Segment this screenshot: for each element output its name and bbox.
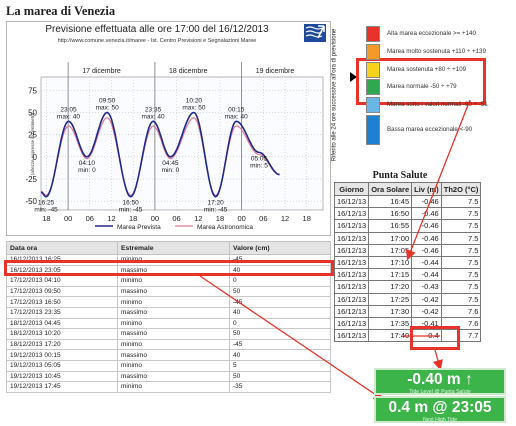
current-tide-level-value: -0.40 m ↑ bbox=[407, 371, 473, 388]
next-high-tide-caption: Next High Tide bbox=[422, 417, 458, 423]
legend-swatch-1 bbox=[366, 44, 380, 60]
legend-swatch-3 bbox=[366, 79, 380, 95]
legend-label-5: Bassa marea eccezionale <-90 bbox=[387, 126, 473, 133]
legend-swatch-4 bbox=[366, 97, 380, 113]
next-high-tide-value: 0.4 m @ 23:05 bbox=[388, 399, 492, 416]
next-high-tide-card: 0.4 m @ 23:05 Next High Tide bbox=[374, 396, 506, 423]
annotation-arrows bbox=[199, 99, 471, 401]
legend-label-3: Marea normale -50 ÷ +79 bbox=[387, 83, 457, 90]
legend-label-1: Marea molto sostenuta +110 ÷ +139 bbox=[387, 48, 486, 55]
current-tide-level-card: -0.40 m ↑ Tide Level @ Punta Salute bbox=[374, 368, 506, 395]
legend-swatch-0 bbox=[366, 26, 380, 42]
legend-label-2: Marea sostenuta +80 ÷ +109 bbox=[387, 66, 467, 73]
legend-swatch-2 bbox=[366, 62, 380, 78]
legend-label-0: Alta marea eccezionale >= +140 bbox=[387, 30, 476, 37]
legend-label-4: Marea sotto i valori normali -90 ÷ -51 bbox=[387, 101, 488, 108]
legend-swatch-5 bbox=[366, 115, 380, 145]
current-tide-level-caption: Tide Level @ Punta Salute bbox=[409, 389, 471, 395]
